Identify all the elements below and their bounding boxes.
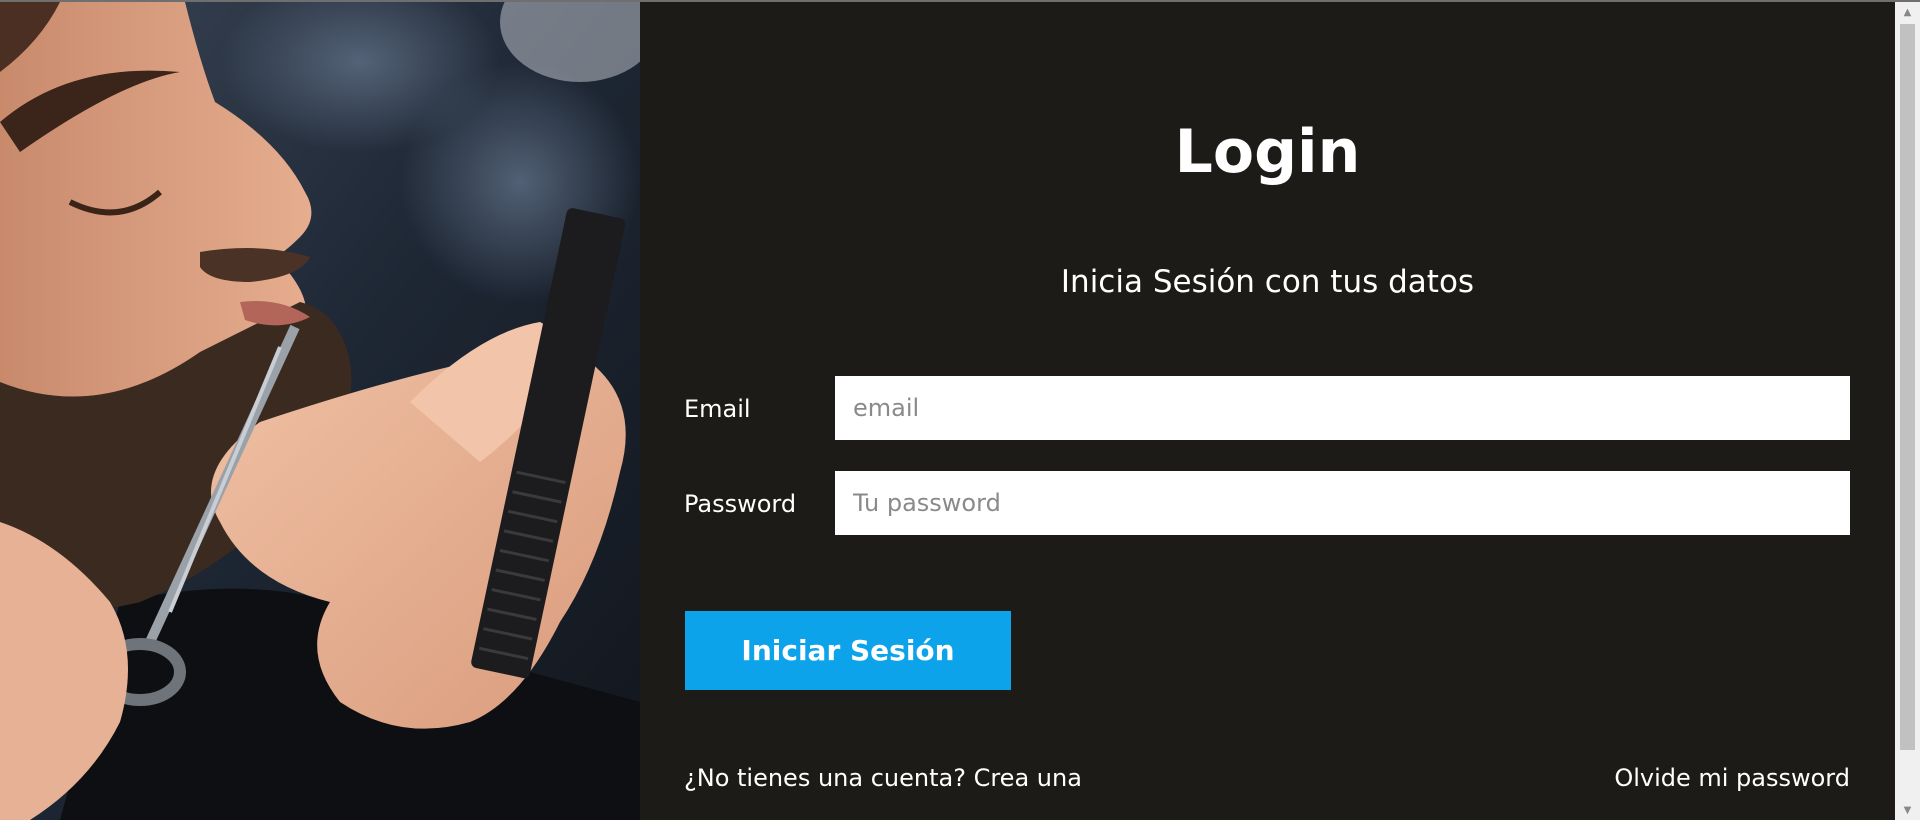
scrollbar-thumb[interactable] bbox=[1900, 24, 1915, 750]
vertical-scrollbar[interactable]: ▲ ▼ bbox=[1895, 2, 1920, 820]
login-submit-button[interactable]: Iniciar Sesión bbox=[685, 611, 1011, 690]
password-label: Password bbox=[684, 490, 797, 518]
triangle-down-icon[interactable]: ▼ bbox=[1895, 800, 1920, 820]
signup-link[interactable]: ¿No tienes una cuenta? Crea una bbox=[684, 764, 1082, 792]
password-field[interactable] bbox=[835, 471, 1850, 535]
email-field[interactable] bbox=[835, 376, 1850, 440]
barber-photo-illustration bbox=[0, 2, 640, 820]
page: Login Inicia Sesión con tus datos Email … bbox=[0, 2, 1920, 820]
login-panel: Login Inicia Sesión con tus datos Email … bbox=[640, 2, 1895, 820]
email-label: Email bbox=[684, 395, 751, 423]
triangle-up-icon[interactable]: ▲ bbox=[1895, 2, 1920, 22]
forgot-password-link[interactable]: Olvide mi password bbox=[1614, 764, 1850, 792]
barber-photo bbox=[0, 2, 640, 820]
page-subtitle: Inicia Sesión con tus datos bbox=[1060, 264, 1475, 300]
page-title: Login bbox=[1174, 117, 1361, 187]
